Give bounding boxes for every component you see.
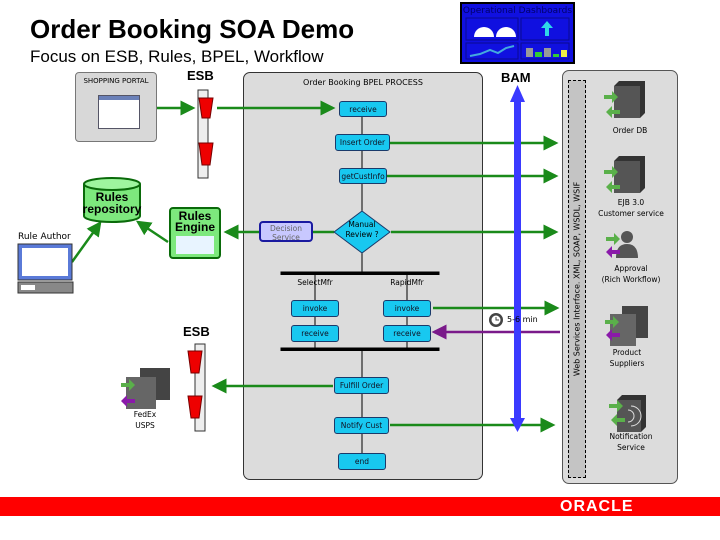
esb-bus-bottom bbox=[187, 343, 206, 432]
bam-label: BAM bbox=[501, 70, 531, 85]
rich-workflow-label: (Rich Workflow) bbox=[601, 275, 661, 284]
activity-end[interactable]: end bbox=[338, 453, 386, 470]
suppliers-label: Suppliers bbox=[609, 359, 645, 368]
activity-receive-selectmfr[interactable]: receive bbox=[291, 325, 339, 342]
order-db-label: Order DB bbox=[612, 126, 648, 135]
esb-bottom-label: ESB bbox=[183, 324, 210, 339]
shopping-portal-label: SHOPPING PORTAL bbox=[83, 77, 149, 85]
service-label: Service bbox=[617, 443, 645, 452]
activity-receive-rapidmfr[interactable]: receive bbox=[383, 325, 431, 342]
rule-author-label: Rule Author bbox=[18, 232, 71, 242]
product-label: Product bbox=[612, 348, 642, 357]
decision-service[interactable]: Decision Service bbox=[259, 221, 313, 242]
approval-label: Approval bbox=[614, 264, 648, 273]
branch-rapidmfr-label: RapidMfr bbox=[390, 278, 424, 287]
portal-screenshot bbox=[98, 95, 140, 129]
timer-label: 5-6 min bbox=[507, 315, 538, 324]
activity-fulfill-order[interactable]: Fulfill Order bbox=[334, 377, 389, 394]
rules-engine-label: Rules Engine bbox=[174, 209, 215, 234]
rules-engine-to-repository-arrow bbox=[135, 220, 169, 244]
activity-notify-cust[interactable]: Notify Cust bbox=[334, 417, 389, 434]
activity-invoke-selectmfr[interactable]: invoke bbox=[291, 300, 339, 317]
esb-bus-top bbox=[197, 89, 214, 179]
activity-insert-order[interactable]: Insert Order bbox=[335, 134, 390, 151]
author-to-repository-arrow bbox=[70, 220, 102, 263]
notification-label: Notification bbox=[609, 432, 653, 441]
bam-up-arrow bbox=[510, 85, 525, 102]
activity-invoke-rapidmfr[interactable]: invoke bbox=[383, 300, 431, 317]
usps-label: USPS bbox=[135, 421, 155, 430]
esb-top-label: ESB bbox=[187, 68, 214, 83]
customer-service-label: Customer service bbox=[598, 209, 664, 218]
activity-getcustinfo[interactable]: getCustInfo bbox=[339, 168, 387, 184]
fedex-label: FedEx bbox=[133, 410, 157, 419]
ejb-label: EJB 3.0 bbox=[617, 198, 645, 207]
activity-receive[interactable]: receive bbox=[339, 101, 387, 117]
clock-icon bbox=[489, 313, 503, 327]
slide: Order Booking SOA Demo Focus on ESB, Rul… bbox=[0, 0, 720, 540]
footer-bar: ORACLE bbox=[0, 497, 720, 516]
rule-author-laptop-icon bbox=[17, 243, 74, 294]
manual-review-label[interactable]: Manual Review ? bbox=[342, 220, 382, 240]
oracle-logo: ORACLE bbox=[560, 498, 634, 515]
shopping-portal: SHOPPING PORTAL bbox=[75, 72, 157, 142]
branch-selectmfr-label: SelectMfr bbox=[297, 278, 333, 287]
rules-repository-label: Rules repository bbox=[82, 190, 142, 216]
